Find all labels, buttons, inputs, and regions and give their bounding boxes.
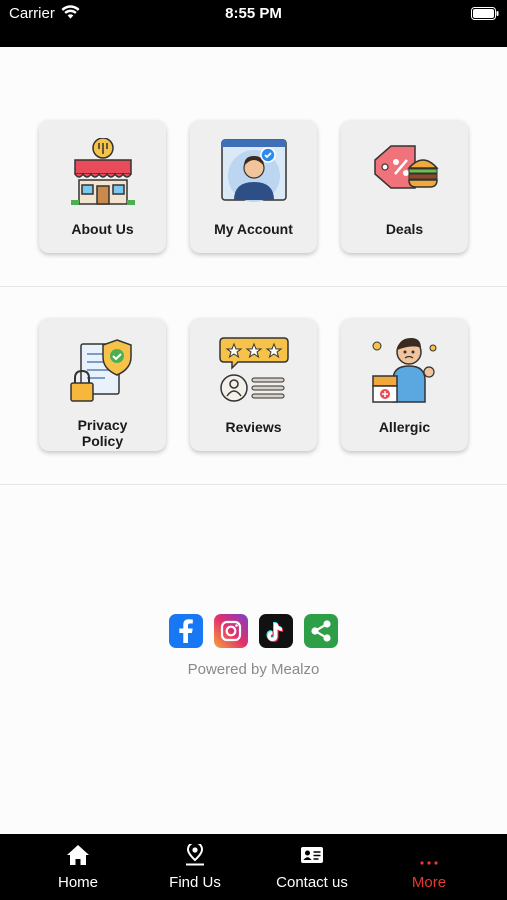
tab-more[interactable]: More: [366, 834, 492, 900]
location-pin-icon: [186, 844, 204, 866]
account-icon: [221, 139, 287, 202]
clock: 8:55 PM: [225, 5, 282, 22]
tiktok-icon: [259, 614, 293, 648]
powered-by-label: Powered by Mealzo: [187, 661, 320, 678]
status-bar: Carrier 8:55 PM: [0, 0, 507, 47]
deals-label: Deals: [385, 221, 424, 237]
reviews-icon: [219, 337, 289, 402]
facebook-icon: [169, 614, 203, 648]
my-account-label: My Account: [214, 221, 293, 237]
home-icon: [67, 845, 89, 865]
reviews-tile[interactable]: Reviews: [190, 318, 317, 451]
contact-card-icon: [301, 847, 323, 863]
tab-contact-us[interactable]: Contact us: [249, 834, 375, 900]
tiktok-link[interactable]: [259, 614, 293, 648]
privacy-policy-label-line1: Privacy: [77, 417, 128, 433]
restaurant-icon: [71, 138, 135, 205]
privacy-policy-icon: [70, 339, 132, 402]
about-us-label: About Us: [71, 221, 134, 237]
row-divider: [0, 286, 507, 287]
instagram-icon: [214, 614, 248, 648]
battery-icon: [471, 7, 499, 20]
my-account-tile[interactable]: My Account: [190, 120, 317, 253]
allergic-icon: [372, 338, 437, 403]
more-menu-content: About Us My Account Deals Privacy Policy…: [0, 47, 507, 834]
deals-icon: [374, 145, 439, 189]
tab-home-label: Home: [57, 874, 98, 891]
about-us-tile[interactable]: About Us: [39, 120, 166, 253]
tab-find-us[interactable]: Find Us: [132, 834, 258, 900]
tab-more-label: More: [411, 874, 447, 891]
tab-home[interactable]: Home: [15, 834, 141, 900]
allergic-tile[interactable]: Allergic: [341, 318, 468, 451]
bottom-tab-bar: Home Find Us Contact us More: [0, 834, 507, 900]
tab-find-us-label: Find Us: [169, 874, 221, 891]
tab-contact-us-label: Contact us: [276, 874, 348, 891]
privacy-policy-tile[interactable]: Privacy Policy: [39, 318, 166, 451]
section-divider: [0, 484, 507, 485]
privacy-policy-label: Privacy Policy: [39, 417, 166, 449]
privacy-policy-label-line2: Policy: [81, 433, 124, 449]
instagram-link[interactable]: [214, 614, 248, 648]
share-link[interactable]: [304, 614, 338, 648]
allergic-label: Allergic: [378, 419, 431, 435]
more-dots-icon: [420, 861, 438, 865]
deals-tile[interactable]: Deals: [341, 120, 468, 253]
reviews-label: Reviews: [225, 419, 282, 435]
facebook-link[interactable]: [169, 614, 203, 648]
share-icon: [304, 614, 338, 648]
